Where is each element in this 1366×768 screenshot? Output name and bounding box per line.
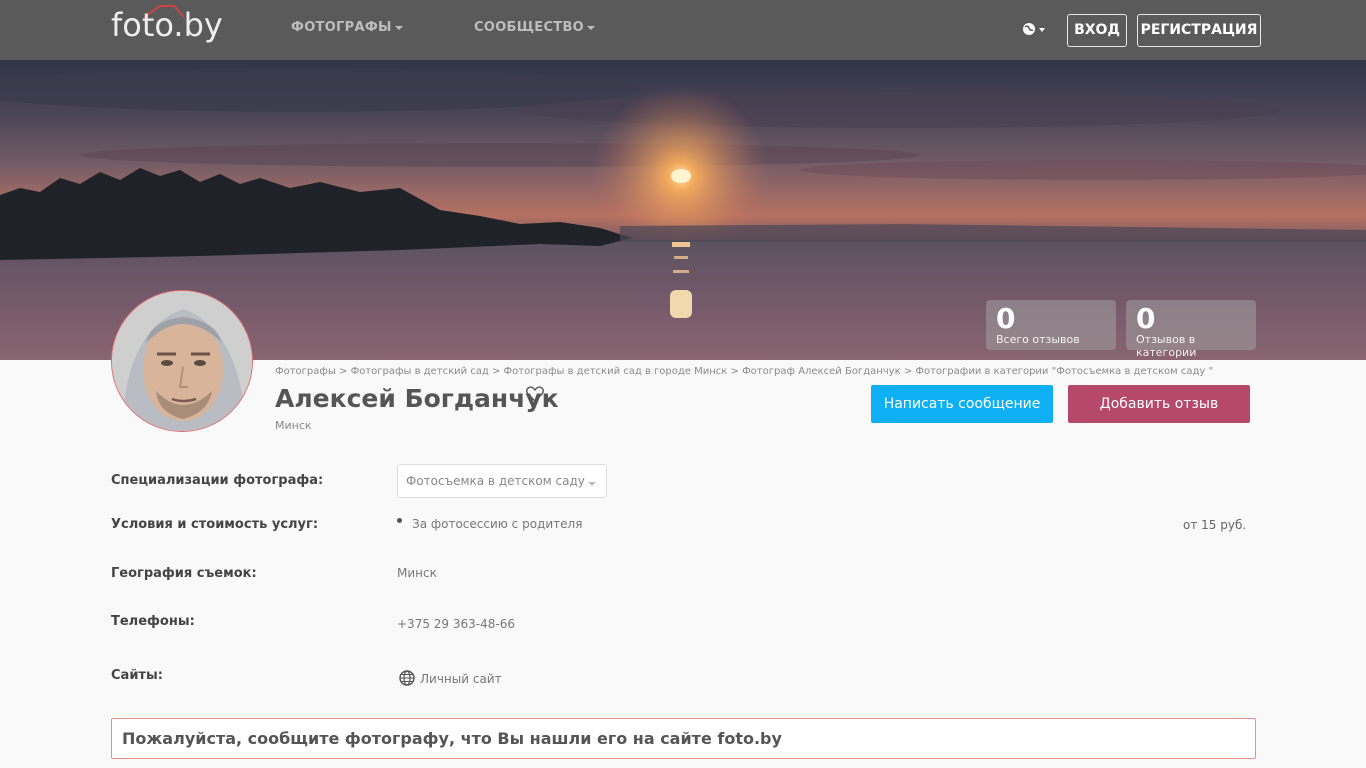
total-reviews-count: 0 — [996, 302, 1016, 335]
category-reviews-label: Отзывов в категории — [1136, 333, 1197, 359]
phone-value[interactable]: +375 29 363-48-66 — [397, 617, 515, 631]
sites-label: Сайты: — [111, 668, 163, 683]
register-button[interactable]: РЕГИСТРАЦИЯ — [1137, 14, 1261, 47]
conditions-item: За фотосессию с родителя — [412, 517, 583, 531]
personal-site-link[interactable]: Личный сайт — [420, 672, 502, 686]
category-reviews-stat: 0 Отзывов в категории — [1126, 300, 1256, 359]
favorite-heart-icon[interactable] — [526, 386, 544, 402]
add-review-button[interactable]: Добавить отзыв — [1068, 385, 1250, 423]
geography-label: География съемок: — [111, 566, 257, 581]
specialization-selected-value: Фотосъемка в детском саду — [406, 474, 585, 488]
category-reviews-count: 0 — [1136, 302, 1156, 335]
phones-label: Телефоны: — [111, 614, 195, 629]
breadcrumb[interactable]: Фотографы > Фотографы в детский сад > Фо… — [275, 366, 1213, 377]
chevron-down-icon — [588, 482, 596, 486]
conditions-price: от 15 руб. — [1183, 518, 1247, 532]
nav-photographers[interactable]: ФОТОГРАФЫ — [291, 20, 403, 35]
nav-photographers-label: ФОТОГРАФЫ — [291, 20, 392, 35]
language-globe-icon[interactable] — [1021, 20, 1049, 40]
avatar-photo — [112, 291, 252, 431]
top-navbar: foto.by ФОТОГРАФЫ СООБЩЕСТВО ВХОД РЕГИСТ… — [0, 0, 1366, 60]
site-logo[interactable]: foto.by — [111, 6, 223, 44]
photographer-name: Алексей Богданчук — [275, 384, 559, 413]
nav-community[interactable]: СООБЩЕСТВО — [474, 20, 596, 35]
write-message-button[interactable]: Написать сообщение — [871, 385, 1053, 423]
notice-text: Пожалуйста, сообщите фотографу, что Вы н… — [122, 729, 782, 748]
login-button[interactable]: ВХОД — [1067, 14, 1127, 47]
chevron-down-icon — [587, 25, 596, 30]
chevron-down-icon — [394, 25, 403, 30]
specialization-label: Специализации фотографа: — [111, 473, 324, 488]
bullet-icon — [397, 518, 402, 523]
geography-value: Минск — [397, 566, 437, 580]
conditions-label: Условия и стоимость услуг: — [111, 517, 319, 532]
avatar[interactable] — [111, 290, 253, 432]
total-reviews-stat: 0 Всего отзывов — [986, 300, 1116, 350]
total-reviews-label: Всего отзывов — [996, 333, 1080, 346]
nav-community-label: СООБЩЕСТВО — [474, 20, 585, 35]
notice-box: Пожалуйста, сообщите фотографу, что Вы н… — [111, 718, 1256, 759]
specialization-select[interactable]: Фотосъемка в детском саду — [397, 464, 607, 498]
globe-icon — [399, 670, 415, 686]
photographer-city: Минск — [275, 419, 312, 432]
